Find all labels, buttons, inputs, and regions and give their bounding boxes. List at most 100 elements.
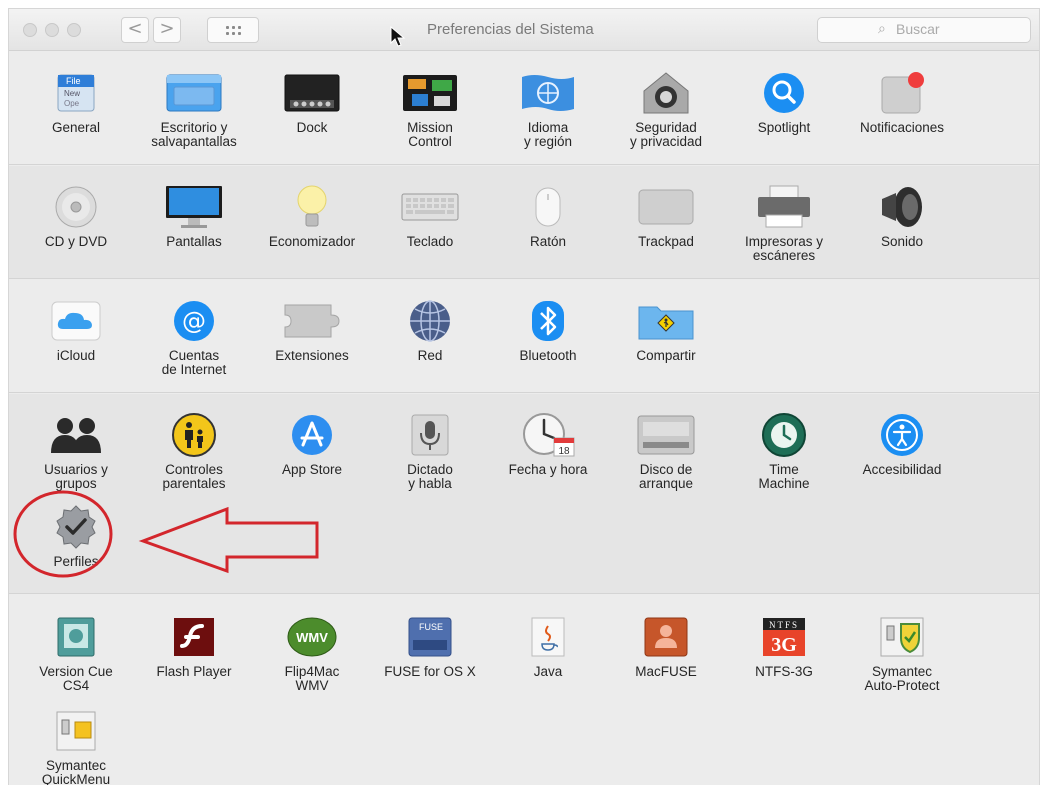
pane-label: General <box>51 120 101 135</box>
mouse-icon <box>519 183 577 231</box>
pane-internet-accounts[interactable]: @ Cuentas de Internet <box>135 289 253 389</box>
security-icon <box>637 69 695 117</box>
pane-label: Cuentas de Internet <box>161 348 227 377</box>
pane-label: Bluetooth <box>519 348 577 363</box>
pane-label: Sonido <box>880 234 924 249</box>
pane-bluetooth[interactable]: Bluetooth <box>489 289 607 389</box>
pane-notifications[interactable]: Notificaciones <box>843 61 961 161</box>
svg-text:3G: 3G <box>771 634 797 656</box>
pane-dock[interactable]: Dock <box>253 61 371 161</box>
pane-mission-control[interactable]: Mission Control <box>371 61 489 161</box>
pane-label: Mission Control <box>407 120 453 149</box>
svg-text:@: @ <box>182 307 206 335</box>
pane-label: CD y DVD <box>44 234 108 249</box>
pane-symantec-quickmenu[interactable]: Symantec QuickMenu <box>17 699 135 785</box>
pane-ntfs-3g[interactable]: NTFS 3G NTFS-3G <box>725 605 843 705</box>
pane-label: Escritorio y salvapantallas <box>151 120 237 149</box>
energy-saver-icon <box>283 183 341 231</box>
pane-label: Idioma y región <box>523 120 573 149</box>
pane-label: iCloud <box>56 348 96 363</box>
svg-text:New: New <box>64 89 80 98</box>
back-button[interactable]: < <box>121 17 149 43</box>
pane-label: MacFUSE <box>635 664 697 679</box>
pane-label: Flash Player <box>156 664 232 679</box>
annotation-arrow <box>138 506 319 574</box>
notifications-icon <box>873 69 931 117</box>
pane-cd-dvd[interactable]: CD y DVD <box>17 175 135 275</box>
close-window-button[interactable] <box>23 23 37 37</box>
pane-desktop[interactable]: Escritorio y salvapantallas <box>135 61 253 161</box>
pane-fuse[interactable]: FUSE FUSE for OS X <box>371 605 489 705</box>
pane-printers[interactable]: Impresoras y escáneres <box>725 175 843 275</box>
pane-label: Impresoras y escáneres <box>744 234 824 263</box>
pane-general[interactable]: File New Ope General <box>17 61 135 161</box>
java-icon <box>519 613 577 661</box>
mouse-cursor-icon <box>390 26 406 47</box>
pane-label: Compartir <box>636 348 696 363</box>
pane-sound[interactable]: Sonido <box>843 175 961 275</box>
network-icon <box>401 297 459 345</box>
pane-accessibility[interactable]: Accesibilidad <box>843 403 961 503</box>
pane-symantec-autoprotect[interactable]: Symantec Auto-Protect <box>843 605 961 705</box>
icloud-icon <box>47 297 105 345</box>
svg-text:FUSE: FUSE <box>419 622 443 632</box>
pane-displays[interactable]: Pantallas <box>135 175 253 275</box>
pane-label: Dictado y habla <box>407 462 453 491</box>
forward-button[interactable]: > <box>153 17 181 43</box>
pane-startup-disk[interactable]: Disco de arranque <box>607 403 725 503</box>
ntfs-3g-icon: NTFS 3G <box>755 613 813 661</box>
pane-spotlight[interactable]: Spotlight <box>725 61 843 161</box>
show-all-button[interactable] <box>207 17 259 43</box>
fuse-icon: FUSE <box>401 613 459 661</box>
svg-text:WMV: WMV <box>296 630 328 645</box>
pane-app-store[interactable]: App Store <box>253 403 371 503</box>
search-field[interactable]: ⌕ <box>817 17 1031 43</box>
pane-sharing[interactable]: Compartir <box>607 289 725 389</box>
pane-label: Dock <box>296 120 328 135</box>
pane-parental-controls[interactable]: Controles parentales <box>135 403 253 503</box>
title-bar: < > Preferencias del Sistema ⌕ <box>9 9 1039 51</box>
pane-dictation[interactable]: Dictado y habla <box>371 403 489 503</box>
pane-flash-player[interactable]: Flash Player <box>135 605 253 705</box>
dictation-icon <box>401 411 459 459</box>
pane-label: Java <box>533 664 563 679</box>
pane-label: Trackpad <box>638 234 694 249</box>
pane-macfuse[interactable]: MacFUSE <box>607 605 725 705</box>
pane-mouse[interactable]: Ratón <box>489 175 607 275</box>
zoom-window-button[interactable] <box>67 23 81 37</box>
macfuse-icon <box>637 613 695 661</box>
pane-security[interactable]: Seguridad y privacidad <box>607 61 725 161</box>
pane-language-region[interactable]: Idioma y región <box>489 61 607 161</box>
pane-network[interactable]: Red <box>371 289 489 389</box>
pane-keyboard[interactable]: Teclado <box>371 175 489 275</box>
pane-date-time[interactable]: 18 Fecha y hora <box>489 403 607 503</box>
pane-time-machine[interactable]: Time Machine <box>725 403 843 503</box>
pane-label: Extensiones <box>275 348 349 363</box>
pane-energy-saver[interactable]: Economizador <box>253 175 371 275</box>
time-machine-icon <box>755 411 813 459</box>
general-icon: File New Ope <box>47 69 105 117</box>
pane-flip4mac[interactable]: WMV Flip4Mac WMV <box>253 605 371 705</box>
pane-label: Version Cue CS4 <box>39 664 113 693</box>
accessibility-icon <box>873 411 931 459</box>
app-store-icon <box>283 411 341 459</box>
pane-label: Fecha y hora <box>508 462 588 477</box>
desktop-icon <box>165 69 223 117</box>
pane-version-cue[interactable]: Version Cue CS4 <box>17 605 135 705</box>
printer-icon <box>755 183 813 231</box>
svg-text:18: 18 <box>558 446 570 457</box>
pane-label: NTFS-3G <box>755 664 813 679</box>
pane-trackpad[interactable]: Trackpad <box>607 175 725 275</box>
search-input[interactable] <box>896 21 1016 37</box>
pane-extensions[interactable]: Extensiones <box>253 289 371 389</box>
pane-label: Flip4Mac WMV <box>284 664 340 693</box>
parental-controls-icon <box>165 411 223 459</box>
date-time-icon: 18 <box>519 411 577 459</box>
pane-icloud[interactable]: iCloud <box>17 289 135 389</box>
svg-text:NTFS: NTFS <box>769 620 799 630</box>
pane-label: Accesibilidad <box>862 462 942 477</box>
pane-label: Economizador <box>268 234 356 249</box>
pane-java[interactable]: Java <box>489 605 607 705</box>
minimize-window-button[interactable] <box>45 23 59 37</box>
users-icon <box>47 411 105 459</box>
